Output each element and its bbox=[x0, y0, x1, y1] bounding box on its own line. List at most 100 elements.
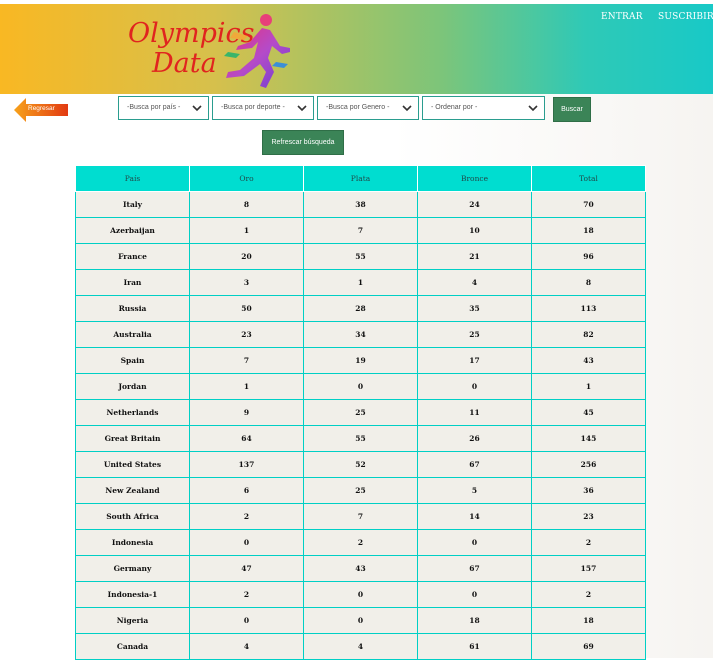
cell-silver: 38 bbox=[303, 191, 418, 218]
cell-country: New Zealand bbox=[75, 477, 190, 504]
table-row: Netherlands 9 25 11 45 bbox=[75, 399, 646, 426]
table-row: Jordan 1 0 0 1 bbox=[75, 373, 646, 400]
table-row: Indonesia-1 2 0 0 2 bbox=[75, 581, 646, 608]
chevron-down-icon bbox=[192, 105, 202, 112]
table-row: Canada 4 4 61 69 bbox=[75, 633, 646, 660]
cell-gold: 0 bbox=[189, 607, 304, 634]
runner-icon bbox=[224, 14, 290, 88]
cell-bronze: 26 bbox=[417, 425, 532, 452]
cell-country: Azerbaijan bbox=[75, 217, 190, 244]
cell-bronze: 24 bbox=[417, 191, 532, 218]
back-button[interactable]: Regresar bbox=[14, 98, 70, 122]
cell-silver: 0 bbox=[303, 373, 418, 400]
sort-select[interactable]: - Ordenar por - bbox=[422, 96, 545, 120]
cell-country: Spain bbox=[75, 347, 190, 374]
column-header-total: Total bbox=[531, 165, 646, 192]
cell-gold: 8 bbox=[189, 191, 304, 218]
table-row: Italy 8 38 24 70 bbox=[75, 191, 646, 218]
cell-silver: 0 bbox=[303, 581, 418, 608]
cell-total: 18 bbox=[531, 217, 646, 244]
table-row: Iran 3 1 4 8 bbox=[75, 269, 646, 296]
cell-gold: 1 bbox=[189, 217, 304, 244]
cell-total: 113 bbox=[531, 295, 646, 322]
gender-filter-select[interactable]: -Busca por Genero - bbox=[317, 96, 419, 120]
cell-silver: 43 bbox=[303, 555, 418, 582]
cell-country: Italy bbox=[75, 191, 190, 218]
cell-country: Australia bbox=[75, 321, 190, 348]
cell-total: 45 bbox=[531, 399, 646, 426]
cell-total: 43 bbox=[531, 347, 646, 374]
cell-total: 256 bbox=[531, 451, 646, 478]
cell-silver: 25 bbox=[303, 477, 418, 504]
cell-bronze: 0 bbox=[417, 529, 532, 556]
table-row: United States 137 52 67 256 bbox=[75, 451, 646, 478]
table-row: Indonesia 0 2 0 2 bbox=[75, 529, 646, 556]
cell-gold: 64 bbox=[189, 425, 304, 452]
cell-total: 70 bbox=[531, 191, 646, 218]
site-header: Olympics Data ENTRAR SUSCRIBIRSE bbox=[0, 4, 713, 94]
cell-gold: 3 bbox=[189, 269, 304, 296]
cell-country: Canada bbox=[75, 633, 190, 660]
cell-country: Indonesia-1 bbox=[75, 581, 190, 608]
column-header-silver: Plata bbox=[303, 165, 418, 192]
cell-country: Iran bbox=[75, 269, 190, 296]
cell-silver: 0 bbox=[303, 607, 418, 634]
cell-gold: 23 bbox=[189, 321, 304, 348]
cell-bronze: 4 bbox=[417, 269, 532, 296]
cell-country: Netherlands bbox=[75, 399, 190, 426]
cell-total: 1 bbox=[531, 373, 646, 400]
cell-bronze: 35 bbox=[417, 295, 532, 322]
cell-silver: 25 bbox=[303, 399, 418, 426]
cell-bronze: 17 bbox=[417, 347, 532, 374]
cell-bronze: 67 bbox=[417, 451, 532, 478]
cell-total: 69 bbox=[531, 633, 646, 660]
cell-gold: 20 bbox=[189, 243, 304, 270]
cell-bronze: 67 bbox=[417, 555, 532, 582]
cell-silver: 55 bbox=[303, 425, 418, 452]
cell-gold: 47 bbox=[189, 555, 304, 582]
back-button-label: Regresar bbox=[28, 105, 55, 112]
cell-bronze: 11 bbox=[417, 399, 532, 426]
cell-country: United States bbox=[75, 451, 190, 478]
cell-bronze: 10 bbox=[417, 217, 532, 244]
cell-silver: 28 bbox=[303, 295, 418, 322]
cell-total: 36 bbox=[531, 477, 646, 504]
cell-country: Jordan bbox=[75, 373, 190, 400]
cell-bronze: 14 bbox=[417, 503, 532, 530]
medal-table: País Oro Plata Bronce Total Italy 8 38 24 70… bbox=[75, 165, 646, 660]
cell-country: Germany bbox=[75, 555, 190, 582]
cell-gold: 1 bbox=[189, 373, 304, 400]
refresh-search-button[interactable]: Refrescar búsqueda bbox=[262, 130, 344, 155]
cell-silver: 4 bbox=[303, 633, 418, 660]
cell-gold: 7 bbox=[189, 347, 304, 374]
cell-country: Nigeria bbox=[75, 607, 190, 634]
cell-total: 145 bbox=[531, 425, 646, 452]
site-logo[interactable]: Olympics Data bbox=[126, 12, 316, 92]
cell-silver: 34 bbox=[303, 321, 418, 348]
cell-total: 8 bbox=[531, 269, 646, 296]
cell-bronze: 0 bbox=[417, 373, 532, 400]
cell-gold: 0 bbox=[189, 529, 304, 556]
table-row: Germany 47 43 67 157 bbox=[75, 555, 646, 582]
cell-total: 96 bbox=[531, 243, 646, 270]
signup-link[interactable]: SUSCRIBIRSE bbox=[658, 12, 713, 22]
column-header-bronze: Bronce bbox=[417, 165, 532, 192]
login-link[interactable]: ENTRAR bbox=[601, 12, 643, 22]
cell-gold: 6 bbox=[189, 477, 304, 504]
column-header-country: País bbox=[75, 165, 190, 192]
table-row: Russia 50 28 35 113 bbox=[75, 295, 646, 322]
table-row: France 20 55 21 96 bbox=[75, 243, 646, 270]
cell-gold: 9 bbox=[189, 399, 304, 426]
cell-silver: 52 bbox=[303, 451, 418, 478]
country-filter-select[interactable]: -Busca por país - bbox=[118, 96, 209, 120]
chevron-down-icon bbox=[528, 105, 538, 112]
sport-filter-select[interactable]: -Busca por deporte - bbox=[212, 96, 314, 120]
cell-silver: 19 bbox=[303, 347, 418, 374]
search-button[interactable]: Buscar bbox=[553, 97, 591, 122]
cell-silver: 1 bbox=[303, 269, 418, 296]
sort-select-label: - Ordenar por - bbox=[431, 104, 478, 111]
table-row: Australia 23 34 25 82 bbox=[75, 321, 646, 348]
cell-gold: 50 bbox=[189, 295, 304, 322]
table-row: Great Britain 64 55 26 145 bbox=[75, 425, 646, 452]
cell-total: 157 bbox=[531, 555, 646, 582]
